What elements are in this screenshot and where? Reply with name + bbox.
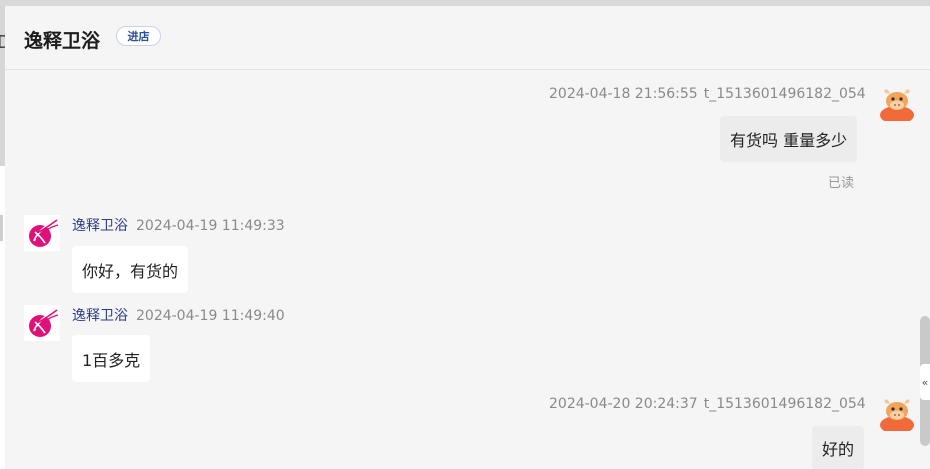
customer-avatar[interactable] — [879, 395, 915, 434]
shop-logo-icon — [29, 219, 59, 247]
enter-store-button[interactable]: 进店 — [116, 26, 161, 46]
double-chevron-left-icon: « — [921, 375, 929, 389]
chat-header: 逸释卫浴 进店 — [5, 6, 930, 70]
message-meta: 2024-04-20 20:24:37 t_1513601496182_054 — [549, 396, 866, 412]
sender-name[interactable]: 逸释卫浴 — [72, 218, 128, 234]
shop-logo-icon — [29, 309, 59, 337]
message-bubble[interactable]: 好的 — [812, 426, 865, 469]
read-status: 已读 — [828, 176, 855, 191]
message-time: 2024-04-18 21:56:55 — [549, 86, 698, 102]
message-time: 2024-04-19 11:49:40 — [136, 308, 285, 324]
message-bubble[interactable]: 你好，有货的 — [72, 246, 189, 293]
message-time: 2024-04-20 20:24:37 — [549, 396, 698, 412]
sender-name[interactable]: 逸释卫浴 — [72, 308, 128, 324]
cow-avatar-icon — [880, 399, 914, 434]
message-user: t_1513601496182_054 — [703, 86, 866, 102]
message-bubble[interactable]: 有货吗 重量多少 — [720, 116, 858, 162]
message-meta: 逸释卫浴 2024-04-19 11:49:40 — [72, 305, 285, 325]
collapse-side-tab[interactable]: « — [920, 364, 930, 400]
message-meta: 2024-04-18 21:56:55 t_1513601496182_054 — [549, 86, 866, 102]
message-time: 2024-04-19 11:49:33 — [136, 218, 285, 234]
shop-avatar[interactable] — [24, 305, 60, 341]
shop-avatar[interactable] — [24, 215, 60, 251]
message-bubble[interactable]: 1百多克 — [72, 335, 151, 382]
message-meta: 逸释卫浴 2024-04-19 11:49:33 — [72, 215, 285, 235]
shop-name: 逸释卫浴 — [24, 30, 101, 52]
background-window-marker — [0, 215, 3, 241]
chat-panel: 逸释卫浴 进店 2024-04-18 21:56:55 t_15136014961… — [5, 6, 930, 469]
customer-avatar[interactable] — [879, 85, 915, 124]
message-user: t_1513601496182_054 — [703, 396, 866, 412]
cow-avatar-icon — [880, 89, 914, 124]
